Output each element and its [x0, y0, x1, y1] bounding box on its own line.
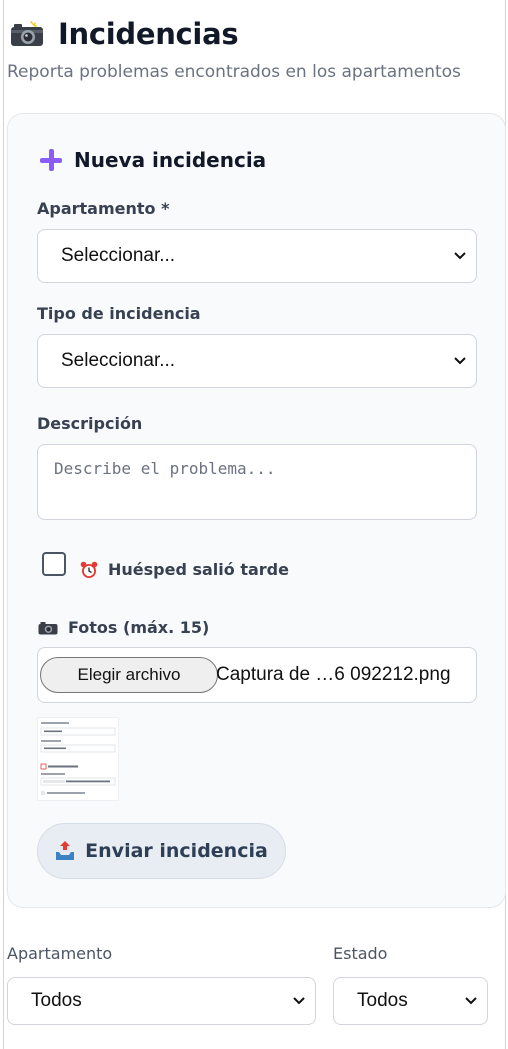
photos-label: Fotos (máx. 15) [68, 618, 210, 637]
page-title: Incidencias [58, 17, 239, 51]
chevron-down-icon [454, 252, 466, 260]
late-checkout-label: Huésped salió tarde [108, 560, 289, 579]
section-title-label: Nueva incidencia [74, 148, 267, 172]
page-subtitle: Reporta problemas encontrados en los apa… [7, 62, 461, 82]
choose-file-button[interactable]: Elegir archivo [40, 657, 218, 693]
plus-icon [40, 149, 62, 171]
late-checkout-checkbox[interactable] [42, 552, 66, 576]
inbox-upload-icon [56, 841, 75, 860]
chevron-down-icon [293, 997, 305, 1005]
submit-incident-button[interactable]: Enviar incidencia [37, 823, 286, 879]
late-checkout-row: Huésped salió tarde [80, 560, 289, 579]
photos-row: Fotos (máx. 15) [38, 618, 209, 637]
description-textarea[interactable]: Describe el problema... [37, 444, 477, 520]
description-label: Descripción [37, 414, 143, 433]
page-edge-left [3, 0, 4, 1049]
selected-file-name: Captura de …6 092212.png [216, 664, 451, 685]
filter-apartment-value: Todos [31, 990, 82, 1011]
photo-thumbnail[interactable] [37, 717, 119, 801]
section-title: Nueva incidencia [40, 148, 266, 172]
incident-type-select-value: Seleccionar... [61, 350, 176, 371]
page-header: Incidencias [10, 14, 239, 54]
photos-file-input[interactable]: Elegir archivo Captura de …6 092212.png [37, 647, 477, 703]
submit-label: Enviar incidencia [85, 840, 268, 862]
chevron-down-icon [465, 997, 477, 1005]
apartment-label: Apartamento * [37, 199, 170, 218]
chevron-down-icon [454, 357, 466, 365]
filter-status-label: Estado [333, 944, 388, 963]
apartment-select-value: Seleccionar... [61, 245, 176, 266]
camera-icon [10, 21, 44, 47]
filter-status-select[interactable]: Todos [333, 977, 488, 1025]
apartment-select[interactable]: Seleccionar... [37, 229, 477, 283]
camera-icon [38, 621, 58, 634]
filter-apartment-label: Apartamento [7, 944, 113, 963]
incident-type-label: Tipo de incidencia [37, 304, 201, 323]
filter-apartment-select[interactable]: Todos [7, 977, 316, 1025]
new-incident-card: Nueva incidencia Apartamento * Seleccion… [7, 113, 506, 908]
incident-type-select[interactable]: Seleccionar... [37, 334, 477, 388]
filter-status-value: Todos [357, 990, 408, 1011]
alarm-clock-icon [80, 561, 98, 578]
